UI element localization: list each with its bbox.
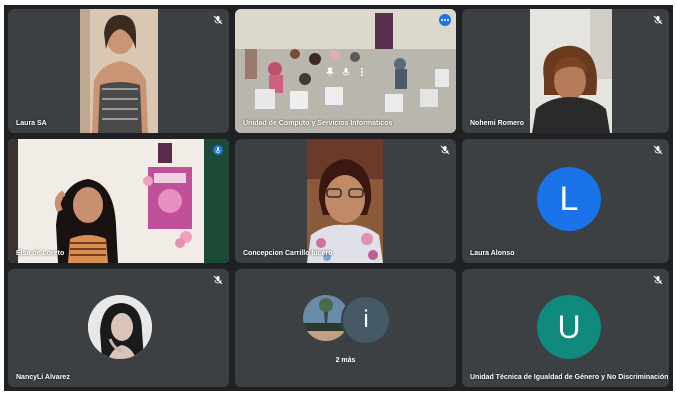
more-options-icon: [441, 19, 443, 21]
participant-tile-nancyli-alvarez[interactable]: NancyLi Alvarez: [8, 269, 229, 387]
participant-tile-nohemi-romero[interactable]: Nohemi Romero: [462, 9, 669, 133]
mic-off-icon: [653, 15, 663, 25]
avatar: L: [537, 167, 601, 231]
participant-name: Unidad de Computo y Servicios Informatic…: [243, 120, 393, 127]
participant-video: [530, 9, 612, 133]
avatar: i: [341, 295, 391, 345]
participant-name: Elsa de Loreto: [16, 250, 65, 257]
tile-hover-controls: [320, 65, 372, 79]
pin-icon[interactable]: [325, 67, 335, 77]
more-participants-count: 2 más: [335, 357, 356, 364]
mic-off-icon: [653, 275, 663, 285]
mic-off-icon: [213, 275, 223, 285]
participant-name: NancyLi Alvarez: [16, 374, 70, 381]
mic-icon: [213, 145, 223, 155]
meeting-grid: Laura SA Unidad de Computo y Servicios I…: [4, 5, 673, 391]
participant-tile-laura-alonso[interactable]: L Laura Alonso: [462, 139, 669, 263]
mic-off-icon: [213, 15, 223, 25]
participant-name: Laura Alonso: [470, 250, 515, 257]
more-participants-tile[interactable]: i 2 más: [235, 269, 456, 387]
avatar: U: [537, 295, 601, 359]
participant-tile-elsa-de-loreto[interactable]: Elsa de Loreto: [8, 139, 229, 263]
mute-icon[interactable]: [341, 67, 351, 77]
participant-name: Nohemi Romero: [470, 120, 525, 127]
participant-tile-unidad-de-computo[interactable]: Unidad de Computo y Servicios Informatic…: [235, 9, 456, 133]
more-options-button[interactable]: [439, 14, 451, 26]
participant-tile-laura-sa[interactable]: Laura SA: [8, 9, 229, 133]
remove-icon[interactable]: [357, 67, 367, 77]
mic-off-icon: [653, 145, 663, 155]
participant-tile-unidad-tecnica[interactable]: U Unidad Técnica de Igualdad de Género y…: [462, 269, 669, 387]
participant-video: [307, 139, 383, 263]
mic-off-icon: [440, 145, 450, 155]
avatar: [88, 295, 152, 359]
participant-name: Unidad Técnica de Igualdad de Género y N…: [470, 374, 669, 381]
participant-video: [80, 9, 158, 133]
participant-name: Laura SA: [16, 120, 47, 127]
participant-name: Concepcion Carrillo lucero: [243, 250, 333, 257]
participant-video: [8, 139, 229, 263]
participant-tile-concepcion-carrillo[interactable]: Concepcion Carrillo lucero: [235, 139, 456, 263]
